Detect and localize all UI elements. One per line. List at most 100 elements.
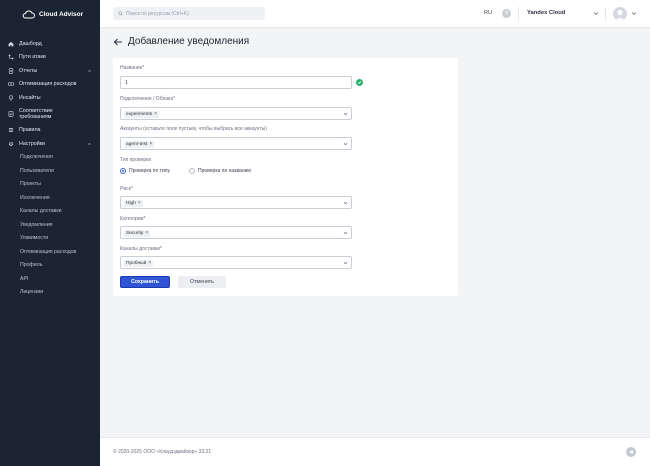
category-label: Категории* [120,216,146,222]
chevron-down-icon [343,261,348,264]
route-icon [8,54,14,60]
list-icon [8,127,14,133]
close-icon[interactable]: × [149,141,152,147]
connections-label: Подключения / Облака* [120,96,176,102]
chevron-down-icon [343,142,348,145]
chevron-down-icon[interactable] [631,11,637,16]
copyright-text: © 2020-2025 ООО «Клаудэдвайзор» 33.21 [113,449,212,455]
sidebar-item-cost-optimization[interactable]: Оптимизация расходов [0,78,100,92]
telegram-icon[interactable] [626,447,636,457]
check-circle-icon [356,79,363,86]
risk-select[interactable]: High × [120,196,352,209]
app-name: Cloud Advisor [39,10,84,18]
sidebar-subitem-connections[interactable]: Подключения [0,151,100,165]
sidebar-item-label: Дашборд [19,40,42,47]
chevron-up-icon [87,142,92,145]
category-select[interactable]: Security × [120,226,352,239]
sidebar-subitem-profile[interactable]: Профиль [0,259,100,273]
sidebar-item-settings[interactable]: Настройки [0,137,100,151]
money-icon [8,81,14,87]
sidebar: Cloud Advisor Дашборд Пути атаки Отчеты … [0,0,100,466]
radio-label: Проверка по названию [198,168,252,174]
help-icon[interactable]: ? [502,9,511,18]
radio-check-by-name[interactable]: Проверка по названию [189,168,251,174]
risk-label: Риск* [120,186,133,192]
radio-check-by-type[interactable]: Проверка по типу [120,168,170,174]
chevron-down-icon[interactable] [593,11,599,16]
close-icon[interactable]: × [138,200,141,206]
sidebar-nav: Дашборд Пути атаки Отчеты Оптимизация ра… [0,37,100,299]
sidebar-item-label: Оптимизация расходов [19,81,77,88]
close-icon[interactable]: × [145,230,148,236]
chip-label: experiments [126,111,153,117]
back-arrow-icon[interactable] [113,37,123,47]
sidebar-item-attack-paths[interactable]: Пути атаки [0,51,100,65]
chevron-down-icon [343,231,348,234]
name-value: 1 [125,80,128,86]
connections-select[interactable]: experiments × [120,107,352,120]
sidebar-subitem-licenses[interactable]: Лицензии [0,286,100,300]
page-title: Добавление уведомления [128,36,250,47]
chevron-down-icon [343,112,348,115]
sidebar-subitem-delivery-channels[interactable]: Каналы доставки [0,205,100,219]
check-type-label: Тип проверки [120,157,152,163]
cloud-selector[interactable]: Yandex Cloud [527,10,565,16]
report-icon [8,68,14,74]
lightbulb-icon [8,95,14,101]
gear-icon [8,141,14,147]
radio-label: Проверка по типу [129,168,170,174]
category-chip: Security × [124,229,151,237]
chevron-down-icon [343,201,348,204]
close-icon[interactable]: × [148,260,151,266]
top-header: Поиск по ресурсам (Ctrl+K) RU ? Yandex C… [100,0,650,28]
sidebar-item-dashboard[interactable]: Дашборд [0,37,100,51]
radio-unselected [189,168,195,174]
language-switch[interactable]: RU [484,10,492,16]
channels-label: Каналы доставки* [120,246,162,252]
channels-chip: Пробный × [124,259,154,267]
notification-form: Название* 1 Подключения / Облака* experi… [113,58,458,296]
app-logo[interactable]: Cloud Advisor [0,0,100,28]
sidebar-subitem-api[interactable]: API [0,272,100,286]
channels-select[interactable]: Пробный × [120,256,352,269]
connections-chip: experiments × [124,110,160,118]
risk-chip: High × [124,199,143,207]
sidebar-subitem-vulnerabilities[interactable]: Уязвимости [0,232,100,246]
sidebar-item-rules[interactable]: Правила [0,124,100,138]
divider [518,7,519,21]
name-label: Название* [120,65,145,71]
sidebar-subitem-cost-optimization[interactable]: Оптимизация расходов [0,245,100,259]
home-icon [8,41,14,47]
close-icon[interactable]: × [154,111,157,117]
name-input[interactable]: 1 [120,76,352,89]
cancel-button[interactable]: Отменить [178,276,226,288]
sidebar-item-label: Инсайты [19,94,41,101]
chip-label: High [126,200,136,206]
chip-label: Пробный [126,260,147,266]
divider [605,7,606,21]
accounts-select[interactable]: agent-test × [120,137,352,150]
sidebar-item-label: Пути атаки [19,54,46,61]
sidebar-item-compliance[interactable]: Соответствие требованиям [0,105,100,124]
sidebar-item-reports[interactable]: Отчеты [0,64,100,78]
sidebar-item-label: Отчеты [19,67,38,74]
save-button[interactable]: Сохранить [120,276,170,288]
avatar[interactable] [613,7,627,21]
chevron-down-icon [87,69,92,72]
accounts-chip: agent-test × [124,140,155,148]
user-icon [615,9,625,21]
sidebar-subitem-users[interactable]: Пользователи [0,164,100,178]
cloud-logo-icon [22,10,35,18]
sidebar-subitem-notifications[interactable]: Уведомления [0,218,100,232]
chip-label: Security [126,230,144,236]
sidebar-subitem-exclusions[interactable]: Исключения [0,191,100,205]
sidebar-item-insights[interactable]: Инсайты [0,91,100,105]
search-icon [118,11,123,16]
radio-selected [120,168,126,174]
sidebar-subitem-projects[interactable]: Проекты [0,178,100,192]
sidebar-item-label: Настройки [19,140,45,147]
search-placeholder: Поиск по ресурсам (Ctrl+K) [126,10,189,17]
search-input[interactable]: Поиск по ресурсам (Ctrl+K) [113,7,265,20]
sidebar-item-label: Соответствие требованиям [19,108,53,120]
sidebar-item-label: Правила [19,127,41,134]
